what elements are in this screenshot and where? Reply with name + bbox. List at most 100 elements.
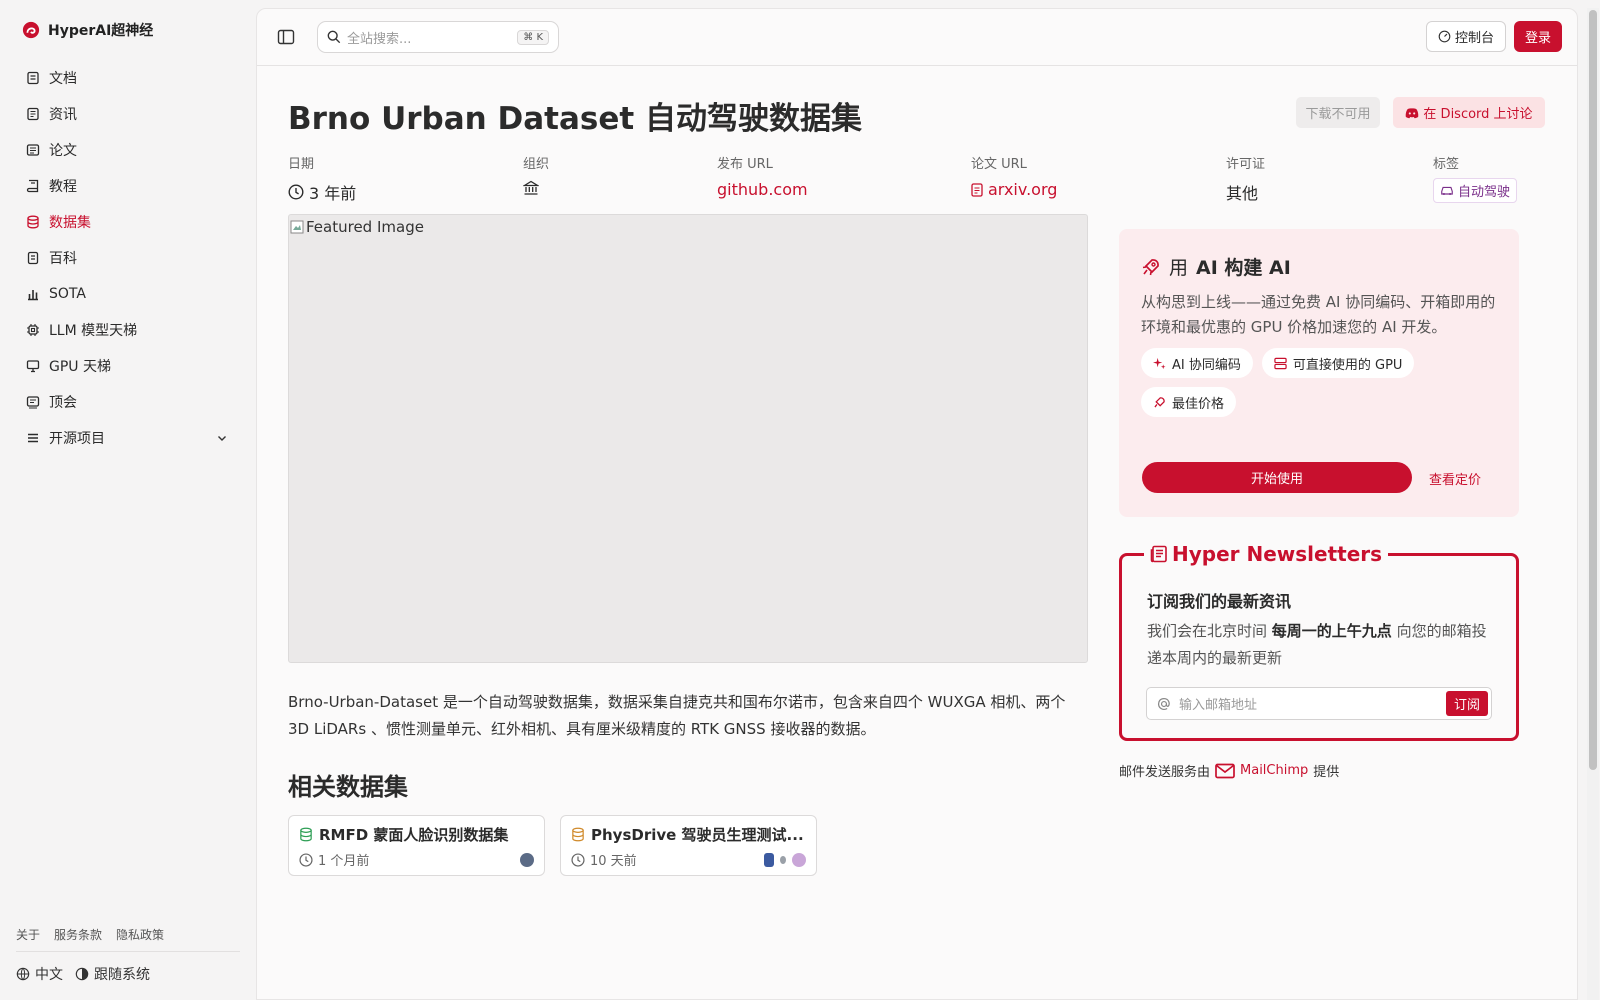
- sidebar-toggle-icon[interactable]: [277, 28, 295, 46]
- discord-label: 在 Discord 上讨论: [1423, 107, 1533, 122]
- hyperai-logo-icon: [22, 21, 40, 39]
- scrollbar-thumb[interactable]: [1589, 10, 1597, 770]
- news-icon: [27, 107, 39, 121]
- org-logo-icon: [764, 852, 774, 867]
- mail-icon: [1215, 763, 1235, 778]
- discord-button[interactable]: 在 Discord 上讨论: [1393, 97, 1545, 128]
- search-box[interactable]: 全站搜索... ⌘ K: [317, 21, 559, 53]
- brand[interactable]: HyperAI超神经: [22, 20, 153, 40]
- sidebar-item-label: 文档: [49, 71, 77, 87]
- rocket-icon: [1142, 258, 1159, 275]
- related-heading: 相关数据集: [288, 773, 408, 801]
- newsletter-subtitle: 订阅我们的最新资讯: [1147, 592, 1292, 611]
- sidebar-item-1[interactable]: 资讯: [14, 96, 242, 132]
- sidebar-item-7[interactable]: LLM 模型天梯: [14, 312, 242, 348]
- related-card-physdrive[interactable]: PhysDrive 驾驶员生理测试... 10 天前: [560, 815, 817, 876]
- theme-label: 跟随系统: [94, 967, 150, 983]
- meta-date: 日期 3 年前: [288, 153, 356, 204]
- org-logo-icon: [520, 852, 534, 867]
- promo-card: 用 AI 构建 AI 从构思到上线——通过免费 AI 协同编码、开箱即用的环境和…: [1119, 229, 1519, 517]
- globe-icon: [16, 967, 30, 981]
- org-label: 组织: [523, 157, 550, 172]
- sidebar-item-label: GPU 天梯: [49, 359, 111, 375]
- main-panel: 全站搜索... ⌘ K 控制台 登录 Brno Urban Dataset 自动…: [256, 8, 1578, 1000]
- tag-label: 自动驾驶: [1458, 185, 1511, 200]
- newsletter-text: 我们会在北京时间 每周一的上午九点 向您的邮箱投递本周内的最新更新: [1147, 622, 1487, 667]
- sidebar: HyperAI超神经 文档资讯论文教程数据集百科 SOTA LLM 模型天梯 GPU …: [0, 0, 255, 1000]
- mailchimp-link[interactable]: MailChimp: [1215, 763, 1308, 779]
- sidebar-item-label: 百科: [49, 251, 77, 267]
- language-switch[interactable]: 中文: [16, 964, 63, 984]
- search-icon: [327, 30, 341, 44]
- paper-url-link[interactable]: arxiv.org: [971, 180, 1057, 199]
- sidebar-item-label: 数据集: [49, 215, 91, 231]
- rocket-icon: [1154, 396, 1165, 407]
- theme-switch[interactable]: 跟随系统: [75, 964, 150, 984]
- sidebar-item-5[interactable]: 百科: [14, 240, 242, 276]
- conference-icon: [26, 396, 40, 409]
- meta-license: 许可证 其他: [1226, 153, 1265, 204]
- chip-best-price: 最佳价格: [1141, 387, 1237, 417]
- chart-icon: [28, 290, 38, 301]
- sidebar-item-0[interactable]: 文档: [14, 60, 242, 96]
- terms-link[interactable]: 服务条款: [54, 926, 102, 943]
- paper-url-label: 论文 URL: [971, 157, 1027, 172]
- chevron-down-icon[interactable]: [216, 432, 228, 444]
- dashboard-icon: [1438, 30, 1451, 43]
- database-icon: [27, 215, 39, 229]
- institution-icon[interactable]: [523, 180, 539, 196]
- wiki-icon: [27, 251, 39, 265]
- sidebar-item-9[interactable]: 顶会: [14, 384, 242, 420]
- page-scrollbar[interactable]: [1587, 8, 1599, 1000]
- release-url-label: 发布 URL: [717, 157, 773, 172]
- view-pricing-link[interactable]: 查看定价: [1429, 469, 1481, 488]
- sidebar-bottom: 中文 跟随系统: [16, 964, 150, 984]
- sidebar-nav: 文档资讯论文教程数据集百科 SOTA LLM 模型天梯 GPU 天梯顶会 开源项目: [14, 60, 242, 456]
- privacy-link[interactable]: 隐私政策: [116, 926, 164, 943]
- clock-icon: [288, 184, 304, 200]
- paper-icon: [26, 144, 40, 156]
- license-value: 其他: [1226, 184, 1259, 203]
- start-button[interactable]: 开始使用: [1142, 462, 1412, 493]
- promo-text: 从构思到上线——通过免费 AI 协同编码、开箱即用的环境和最优惠的 GPU 价格…: [1141, 293, 1496, 336]
- sidebar-item-4[interactable]: 数据集: [14, 204, 242, 240]
- org-logo-icon: [780, 855, 786, 864]
- about-link[interactable]: 关于: [16, 926, 40, 943]
- console-button[interactable]: 控制台: [1426, 21, 1506, 52]
- promo-title: 用 AI 构建 AI: [1141, 253, 1497, 280]
- related-card-rmfd[interactable]: RMFD 蒙面人脸识别数据集 1 个月前: [288, 815, 545, 876]
- chip-ready-gpu: 可直接使用的 GPU: [1261, 348, 1415, 378]
- search-placeholder: 全站搜索...: [347, 31, 412, 47]
- sidebar-item-8[interactable]: GPU 天梯: [14, 348, 242, 384]
- release-url-link[interactable]: github.com: [717, 180, 808, 199]
- page-title: Brno Urban Dataset 自动驾驶数据集: [288, 101, 862, 137]
- at-icon: [1157, 697, 1170, 710]
- meta-release-url: 发布 URL github.com: [717, 153, 808, 199]
- monitor-icon: [26, 360, 40, 373]
- sidebar-item-label: LLM 模型天梯: [49, 323, 138, 339]
- tag-autonomous-driving[interactable]: 自动驾驶: [1433, 178, 1518, 203]
- sidebar-item-3[interactable]: 教程: [14, 168, 242, 204]
- sidebar-item-label: 论文: [49, 143, 77, 159]
- sidebar-item-6[interactable]: SOTA: [14, 276, 242, 312]
- sidebar-item-label: 教程: [49, 179, 77, 195]
- chip-ai-coding: AI 协同编码: [1141, 348, 1253, 378]
- meta-paper-url: 论文 URL arxiv.org: [971, 153, 1057, 199]
- sidebar-item-10[interactable]: 开源项目: [14, 420, 242, 456]
- promo-chips: AI 协同编码 可直接使用的 GPU 最佳价格: [1141, 348, 1497, 417]
- date-value: 3 年前: [309, 184, 357, 203]
- clock-icon: [571, 852, 585, 867]
- login-button[interactable]: 登录: [1514, 21, 1562, 52]
- subscribe-button[interactable]: 订阅: [1445, 691, 1488, 716]
- newsletter-title: Hyper Newsletters: [1172, 542, 1383, 566]
- newsletter-box: Hyper Newsletters 订阅我们的最新资讯 我们会在北京时间 每周一…: [1119, 542, 1519, 741]
- sidebar-item-2[interactable]: 论文: [14, 132, 242, 168]
- sidebar-divider: [16, 951, 240, 952]
- book-icon: [26, 179, 39, 193]
- chip-icon: [27, 324, 39, 336]
- promo-title-bold: AI 构建 AI: [1196, 257, 1291, 279]
- tags-label: 标签: [1433, 157, 1460, 172]
- email-field[interactable]: 输入邮箱地址 订阅: [1146, 687, 1492, 720]
- download-button[interactable]: 下载不可用: [1296, 97, 1380, 128]
- database-icon: [300, 827, 312, 842]
